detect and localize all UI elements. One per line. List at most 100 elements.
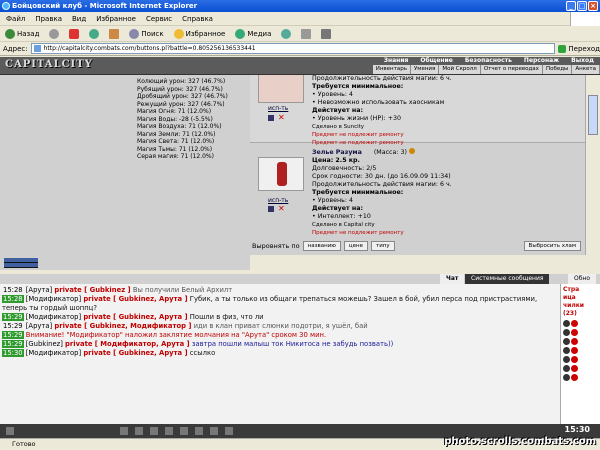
menu-favorites[interactable]: Избранное bbox=[96, 12, 136, 25]
chat-speed-icon[interactable] bbox=[225, 427, 233, 435]
address-input[interactable]: http://capitalcity.combats.com/buttons.p… bbox=[30, 43, 556, 54]
game-header: CAPITALCITY Знания Общение Безопасность … bbox=[0, 57, 600, 75]
stats-list: Колющий урон: 327 (46.7%) Рубящий урон: … bbox=[137, 78, 228, 161]
chat-private[interactable]: private [ Модификатор, Арута ] bbox=[65, 340, 190, 348]
item-name[interactable]: Зелье Разума bbox=[312, 149, 362, 156]
nav-communication[interactable]: Общение bbox=[414, 57, 458, 65]
mail-button[interactable] bbox=[299, 27, 313, 41]
user-row[interactable] bbox=[563, 338, 598, 345]
favorites-button[interactable]: Избранное bbox=[172, 27, 228, 41]
go-button[interactable]: Переход bbox=[558, 44, 600, 53]
chat-nick[interactable]: [Gubkinez] bbox=[26, 340, 63, 348]
user-row[interactable] bbox=[563, 329, 598, 336]
item-line: Сделано в Suncity bbox=[312, 124, 365, 130]
item-line: Продолжительность действия магии: 6 ч. bbox=[312, 75, 452, 82]
throw-junk-button[interactable]: Выбросить хлам bbox=[523, 241, 581, 251]
menu-help[interactable]: Справка bbox=[182, 12, 213, 25]
refresh-button[interactable] bbox=[87, 27, 101, 41]
menu-edit[interactable]: Правка bbox=[35, 12, 62, 25]
forward-button[interactable] bbox=[47, 27, 61, 41]
chat-message: 15:28 [Арута] private [ Gubkinez ] Вы по… bbox=[2, 286, 558, 295]
chat-nick[interactable]: [Модификатор] bbox=[26, 313, 81, 321]
inventory-scrollbar[interactable] bbox=[585, 75, 600, 255]
chat-nick[interactable]: [Арута] bbox=[26, 286, 52, 294]
item-line: Долговечность: 2/5 bbox=[312, 165, 377, 172]
nav-profile[interactable]: Анкета bbox=[572, 65, 600, 74]
align-icon bbox=[563, 356, 570, 363]
settings-icon[interactable] bbox=[180, 427, 188, 435]
smile-icon[interactable] bbox=[120, 427, 128, 435]
close-button[interactable]: × bbox=[588, 1, 598, 11]
delete-icon[interactable]: ✕ bbox=[278, 205, 285, 213]
item-line: Действует на: bbox=[312, 205, 363, 212]
translit-icon[interactable] bbox=[195, 427, 203, 435]
nav-knowledge[interactable]: Знания bbox=[378, 57, 415, 65]
nav-wins[interactable]: Победы bbox=[543, 65, 573, 74]
delete-icon[interactable]: ✕ bbox=[278, 114, 285, 122]
chat-private[interactable]: private [ Gubkinez, Арута ] bbox=[83, 295, 187, 303]
user-row[interactable] bbox=[563, 347, 598, 354]
chat-input-icon[interactable] bbox=[6, 427, 14, 435]
sort-by-name-button[interactable]: названию bbox=[302, 241, 341, 251]
chat-mode-icon[interactable] bbox=[210, 427, 218, 435]
chat-timestamp: 15:30 bbox=[2, 349, 24, 357]
scrollbar-thumb[interactable] bbox=[588, 95, 598, 135]
print-button[interactable] bbox=[319, 27, 333, 41]
media-button[interactable]: Медиа bbox=[233, 27, 273, 41]
menu-file[interactable]: Файл bbox=[6, 12, 25, 25]
user-row[interactable] bbox=[563, 365, 598, 372]
tab-refresh[interactable]: Обно bbox=[568, 274, 597, 284]
maximize-button[interactable]: □ bbox=[577, 1, 587, 11]
back-button[interactable]: Назад bbox=[3, 27, 41, 41]
userlist-header[interactable]: Стра bbox=[563, 286, 598, 294]
clear-icon[interactable] bbox=[135, 427, 143, 435]
sort-by-price-button[interactable]: цене bbox=[343, 241, 369, 251]
nav-my-scroll[interactable]: Мой Скролл bbox=[439, 65, 481, 74]
window-titlebar[interactable]: Бойцовский клуб - Microsoft Internet Exp… bbox=[0, 0, 600, 12]
chat-private[interactable]: private [ Gubkinez, Арута ] bbox=[83, 313, 187, 321]
nav-transfer-report[interactable]: Отчет о переводах bbox=[481, 65, 543, 74]
use-item-link[interactable]: исп-ть bbox=[268, 105, 288, 112]
chat-nick[interactable]: [Модификатор] bbox=[26, 295, 81, 303]
home-button[interactable] bbox=[107, 27, 121, 41]
item-price: Цена: 2.5 кр. bbox=[312, 157, 360, 164]
chat-private[interactable]: private [ Gubkinez, Модификатор ] bbox=[54, 322, 191, 330]
chat-nick[interactable]: [Модификатор] bbox=[26, 349, 81, 357]
chat-private[interactable]: private [ Gubkinez ] bbox=[54, 286, 130, 294]
use-item-link[interactable]: исп-ть bbox=[268, 197, 288, 204]
go-label: Переход bbox=[568, 44, 600, 53]
filter-icon[interactable] bbox=[150, 427, 158, 435]
menu-tools[interactable]: Сервис bbox=[146, 12, 172, 25]
stat-line: Магия Огня: 71 (12.0%) bbox=[137, 108, 212, 115]
chat-nick[interactable]: [Арута] bbox=[26, 322, 52, 330]
user-row[interactable] bbox=[563, 320, 598, 327]
sort-by-type-button[interactable]: типу bbox=[371, 241, 395, 251]
nav-character[interactable]: Персонаж bbox=[518, 57, 565, 65]
align-icon bbox=[563, 320, 570, 327]
tab-chat[interactable]: Чат bbox=[440, 274, 465, 284]
user-row[interactable] bbox=[563, 374, 598, 381]
item-line: Требуется минимальное: bbox=[312, 83, 404, 90]
nav-inventory[interactable]: Инвентарь bbox=[373, 65, 411, 74]
user-row[interactable] bbox=[563, 356, 598, 363]
stop-button[interactable] bbox=[67, 27, 81, 41]
history-button[interactable] bbox=[279, 27, 293, 41]
item-line: Продолжительность действия магии: 6 ч. bbox=[312, 181, 452, 188]
minimize-button[interactable]: _ bbox=[566, 1, 576, 11]
nav-exit[interactable]: Выход bbox=[565, 57, 600, 65]
tab-system-messages[interactable]: Системные сообщения bbox=[465, 274, 550, 284]
sound-icon[interactable] bbox=[165, 427, 173, 435]
drop-icon[interactable] bbox=[268, 206, 274, 212]
nav-security[interactable]: Безопасность bbox=[459, 57, 518, 65]
search-icon bbox=[129, 28, 140, 39]
search-label: Поиск bbox=[141, 29, 164, 38]
search-button[interactable]: Поиск bbox=[127, 27, 165, 41]
item-description: Зелье Разума (Масса: 3) Цена: 2.5 кр. До… bbox=[312, 148, 582, 237]
drop-icon[interactable] bbox=[268, 115, 274, 121]
nav-skills[interactable]: Умения bbox=[411, 65, 440, 74]
menu-view[interactable]: Вид bbox=[72, 12, 86, 25]
inventory-pane: исп-ть ✕ Продолжительность действия маги… bbox=[250, 75, 585, 255]
forward-arrow-icon bbox=[49, 28, 60, 39]
chat-private[interactable]: private [ Gubkinez, Арута ] bbox=[83, 349, 187, 357]
chat-text: Пошли в физ, что ли bbox=[189, 313, 264, 321]
